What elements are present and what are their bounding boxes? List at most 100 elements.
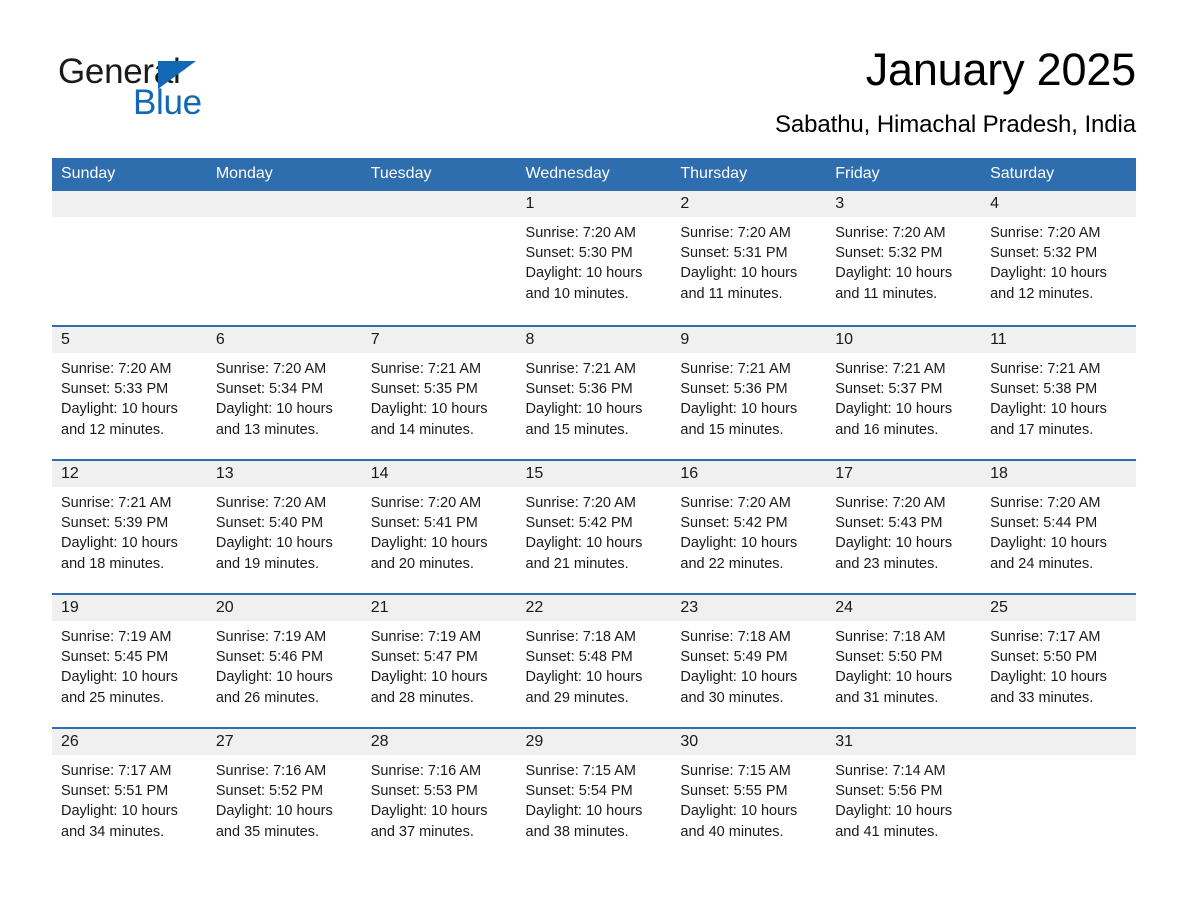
daylight-text-line1: Daylight: 10 hours bbox=[680, 401, 798, 418]
calendar-day[interactable]: 12 Sunrise: 7:21 AM Sunset: 5:39 PM Dayligh… bbox=[52, 459, 207, 593]
daylight-text-line2: and 25 minutes. bbox=[61, 689, 165, 706]
calendar-day[interactable]: 21 Sunrise: 7:19 AM Sunset: 5:47 PM Dayligh… bbox=[361, 593, 517, 727]
daylight-text-line2: and 21 minutes. bbox=[525, 555, 629, 572]
calendar-cell: 16 Sunrise: 7:20 AM Sunset: 5:42 PM Dayligh… bbox=[671, 459, 827, 593]
calendar-day[interactable]: 4 Sunrise: 7:20 AM Sunset: 5:32 PM Daylight… bbox=[981, 191, 1136, 325]
calendar-day[interactable]: 19 Sunrise: 7:19 AM Sunset: 5:45 PM Dayligh… bbox=[52, 593, 207, 727]
daylight-text-line2: and 41 minutes. bbox=[835, 823, 939, 840]
sunrise-text: Sunrise: 7:21 AM bbox=[680, 361, 791, 377]
calendar-cell: 13 Sunrise: 7:20 AM Sunset: 5:40 PM Dayligh… bbox=[206, 459, 362, 593]
calendar-body: 1 Sunrise: 7:20 AM Sunset: 5:30 PM Daylight… bbox=[52, 191, 1136, 861]
sunset-text: Sunset: 5:50 PM bbox=[835, 649, 943, 666]
sunset-text: Sunset: 5:44 PM bbox=[990, 515, 1098, 532]
sunset-text: Sunset: 5:51 PM bbox=[61, 783, 169, 800]
day-number: 7 bbox=[361, 327, 517, 353]
calendar-day[interactable]: 30 Sunrise: 7:15 AM Sunset: 5:55 PM Dayligh… bbox=[671, 727, 827, 861]
day-details: Sunrise: 7:21 AM Sunset: 5:35 PM Daylight:… bbox=[362, 353, 517, 440]
calendar-day[interactable]: 3 Sunrise: 7:20 AM Sunset: 5:32 PM Daylight… bbox=[826, 191, 982, 325]
sunrise-text: Sunrise: 7:20 AM bbox=[680, 495, 791, 511]
day-number: 29 bbox=[516, 729, 672, 755]
sunrise-text: Sunrise: 7:21 AM bbox=[61, 495, 172, 511]
sunrise-text: Sunrise: 7:20 AM bbox=[990, 495, 1101, 511]
calendar-day[interactable]: 27 Sunrise: 7:16 AM Sunset: 5:52 PM Dayligh… bbox=[206, 727, 362, 861]
sunset-text: Sunset: 5:38 PM bbox=[990, 381, 1098, 398]
calendar-cell: 20 Sunrise: 7:19 AM Sunset: 5:46 PM Dayligh… bbox=[206, 593, 362, 727]
daylight-text-line1: Daylight: 10 hours bbox=[370, 535, 488, 552]
day-details: Sunrise: 7:19 AM Sunset: 5:46 PM Daylight:… bbox=[207, 621, 362, 708]
calendar-cell: 21 Sunrise: 7:19 AM Sunset: 5:47 PM Dayligh… bbox=[361, 593, 517, 727]
weekday-header-monday: Monday bbox=[206, 158, 362, 191]
calendar-day[interactable]: 7 Sunrise: 7:21 AM Sunset: 5:35 PM Daylight… bbox=[361, 325, 517, 459]
calendar-day[interactable]: 9 Sunrise: 7:21 AM Sunset: 5:36 PM Daylight… bbox=[671, 325, 827, 459]
calendar-day[interactable]: 11 Sunrise: 7:21 AM Sunset: 5:38 PM Dayligh… bbox=[981, 325, 1136, 459]
calendar-day[interactable]: 23 Sunrise: 7:18 AM Sunset: 5:49 PM Dayligh… bbox=[671, 593, 827, 727]
calendar-day[interactable]: 26 Sunrise: 7:17 AM Sunset: 5:51 PM Dayligh… bbox=[52, 727, 207, 861]
sunrise-text: Sunrise: 7:17 AM bbox=[990, 629, 1101, 645]
daylight-text-line1: Daylight: 10 hours bbox=[61, 803, 178, 820]
calendar-day[interactable]: 31 Sunrise: 7:14 AM Sunset: 5:56 PM Dayligh… bbox=[826, 727, 982, 861]
calendar-cell bbox=[981, 727, 1136, 861]
calendar-week-row: 12 Sunrise: 7:21 AM Sunset: 5:39 PM Dayligh… bbox=[52, 459, 1136, 593]
calendar-day[interactable]: 24 Sunrise: 7:18 AM Sunset: 5:50 PM Dayligh… bbox=[826, 593, 982, 727]
calendar-day[interactable]: 16 Sunrise: 7:20 AM Sunset: 5:42 PM Dayligh… bbox=[671, 459, 827, 593]
calendar-day[interactable]: 18 Sunrise: 7:20 AM Sunset: 5:44 PM Dayligh… bbox=[981, 459, 1136, 593]
day-number: 8 bbox=[516, 327, 672, 353]
calendar-day[interactable]: 29 Sunrise: 7:15 AM Sunset: 5:54 PM Dayligh… bbox=[516, 727, 672, 861]
daylight-text-line1: Daylight: 10 hours bbox=[525, 265, 643, 282]
calendar-day[interactable]: 28 Sunrise: 7:16 AM Sunset: 5:53 PM Dayligh… bbox=[361, 727, 517, 861]
calendar-day[interactable]: 6 Sunrise: 7:20 AM Sunset: 5:34 PM Daylight… bbox=[206, 325, 362, 459]
sunset-text: Sunset: 5:52 PM bbox=[215, 783, 324, 800]
page-header: General Blue January 2025 Sabathu, Himac… bbox=[52, 44, 1136, 144]
sunset-text: Sunset: 5:32 PM bbox=[990, 245, 1098, 262]
daylight-text-line1: Daylight: 10 hours bbox=[835, 265, 953, 282]
calendar-day[interactable]: 5 Sunrise: 7:20 AM Sunset: 5:33 PM Daylight… bbox=[52, 325, 207, 459]
calendar-day[interactable]: 10 Sunrise: 7:21 AM Sunset: 5:37 PM Dayligh… bbox=[826, 325, 982, 459]
sunrise-text: Sunrise: 7:15 AM bbox=[525, 763, 636, 779]
sunrise-text: Sunrise: 7:20 AM bbox=[835, 495, 946, 511]
daylight-text-line1: Daylight: 10 hours bbox=[215, 669, 333, 686]
day-details: Sunrise: 7:20 AM Sunset: 5:41 PM Daylight:… bbox=[362, 487, 517, 574]
location-subtitle: Sabathu, Himachal Pradesh, India bbox=[774, 111, 1136, 138]
daylight-text-line1: Daylight: 10 hours bbox=[680, 803, 798, 820]
calendar-day[interactable]: 17 Sunrise: 7:20 AM Sunset: 5:43 PM Dayligh… bbox=[826, 459, 982, 593]
day-number bbox=[361, 191, 517, 217]
sunset-text: Sunset: 5:50 PM bbox=[990, 649, 1098, 666]
generalblue-logo: General Blue bbox=[58, 52, 358, 132]
calendar-day[interactable]: 20 Sunrise: 7:19 AM Sunset: 5:46 PM Dayligh… bbox=[206, 593, 362, 727]
calendar-day[interactable]: 15 Sunrise: 7:20 AM Sunset: 5:42 PM Dayligh… bbox=[516, 459, 672, 593]
day-details: Sunrise: 7:18 AM Sunset: 5:48 PM Daylight:… bbox=[517, 621, 672, 708]
weekday-header-tuesday: Tuesday bbox=[361, 158, 517, 191]
calendar-cell: 15 Sunrise: 7:20 AM Sunset: 5:42 PM Dayligh… bbox=[516, 459, 672, 593]
daylight-text-line2: and 14 minutes. bbox=[370, 421, 474, 438]
sunset-text: Sunset: 5:42 PM bbox=[680, 515, 788, 532]
daylight-text-line1: Daylight: 10 hours bbox=[680, 265, 798, 282]
calendar-day[interactable]: 14 Sunrise: 7:20 AM Sunset: 5:41 PM Dayligh… bbox=[361, 459, 517, 593]
calendar-day[interactable]: 2 Sunrise: 7:20 AM Sunset: 5:31 PM Daylight… bbox=[671, 191, 827, 325]
calendar-day[interactable]: 8 Sunrise: 7:21 AM Sunset: 5:36 PM Daylight… bbox=[516, 325, 672, 459]
daylight-text-line2: and 37 minutes. bbox=[370, 823, 474, 840]
calendar-week-row: 1 Sunrise: 7:20 AM Sunset: 5:30 PM Daylight… bbox=[52, 191, 1136, 325]
daylight-text-line1: Daylight: 10 hours bbox=[370, 401, 488, 418]
calendar-day[interactable]: 1 Sunrise: 7:20 AM Sunset: 5:30 PM Daylight… bbox=[516, 191, 672, 325]
daylight-text-line2: and 34 minutes. bbox=[61, 823, 165, 840]
sunset-text: Sunset: 5:36 PM bbox=[525, 381, 633, 398]
daylight-text-line2: and 17 minutes. bbox=[990, 421, 1094, 438]
day-number: 6 bbox=[206, 327, 362, 353]
sunrise-text: Sunrise: 7:21 AM bbox=[835, 361, 946, 377]
calendar-day[interactable]: 25 Sunrise: 7:17 AM Sunset: 5:50 PM Dayligh… bbox=[981, 593, 1136, 727]
calendar-day[interactable]: 22 Sunrise: 7:18 AM Sunset: 5:48 PM Dayligh… bbox=[516, 593, 672, 727]
day-details: Sunrise: 7:17 AM Sunset: 5:50 PM Daylight:… bbox=[981, 621, 1136, 708]
calendar-cell: 3 Sunrise: 7:20 AM Sunset: 5:32 PM Daylight… bbox=[826, 191, 982, 325]
sunset-text: Sunset: 5:48 PM bbox=[525, 649, 633, 666]
day-number: 2 bbox=[671, 191, 827, 217]
day-details: Sunrise: 7:21 AM Sunset: 5:37 PM Daylight:… bbox=[826, 353, 981, 440]
daylight-text-line2: and 20 minutes. bbox=[370, 555, 474, 572]
sunset-text: Sunset: 5:53 PM bbox=[370, 783, 478, 800]
day-number bbox=[981, 729, 1136, 755]
calendar-cell: 7 Sunrise: 7:21 AM Sunset: 5:35 PM Daylight… bbox=[361, 325, 517, 459]
sunrise-text: Sunrise: 7:21 AM bbox=[525, 361, 636, 377]
day-number: 17 bbox=[826, 461, 982, 487]
sunrise-text: Sunrise: 7:20 AM bbox=[835, 225, 946, 241]
calendar-day[interactable]: 13 Sunrise: 7:20 AM Sunset: 5:40 PM Dayligh… bbox=[206, 459, 362, 593]
daylight-text-line2: and 29 minutes. bbox=[525, 689, 629, 706]
